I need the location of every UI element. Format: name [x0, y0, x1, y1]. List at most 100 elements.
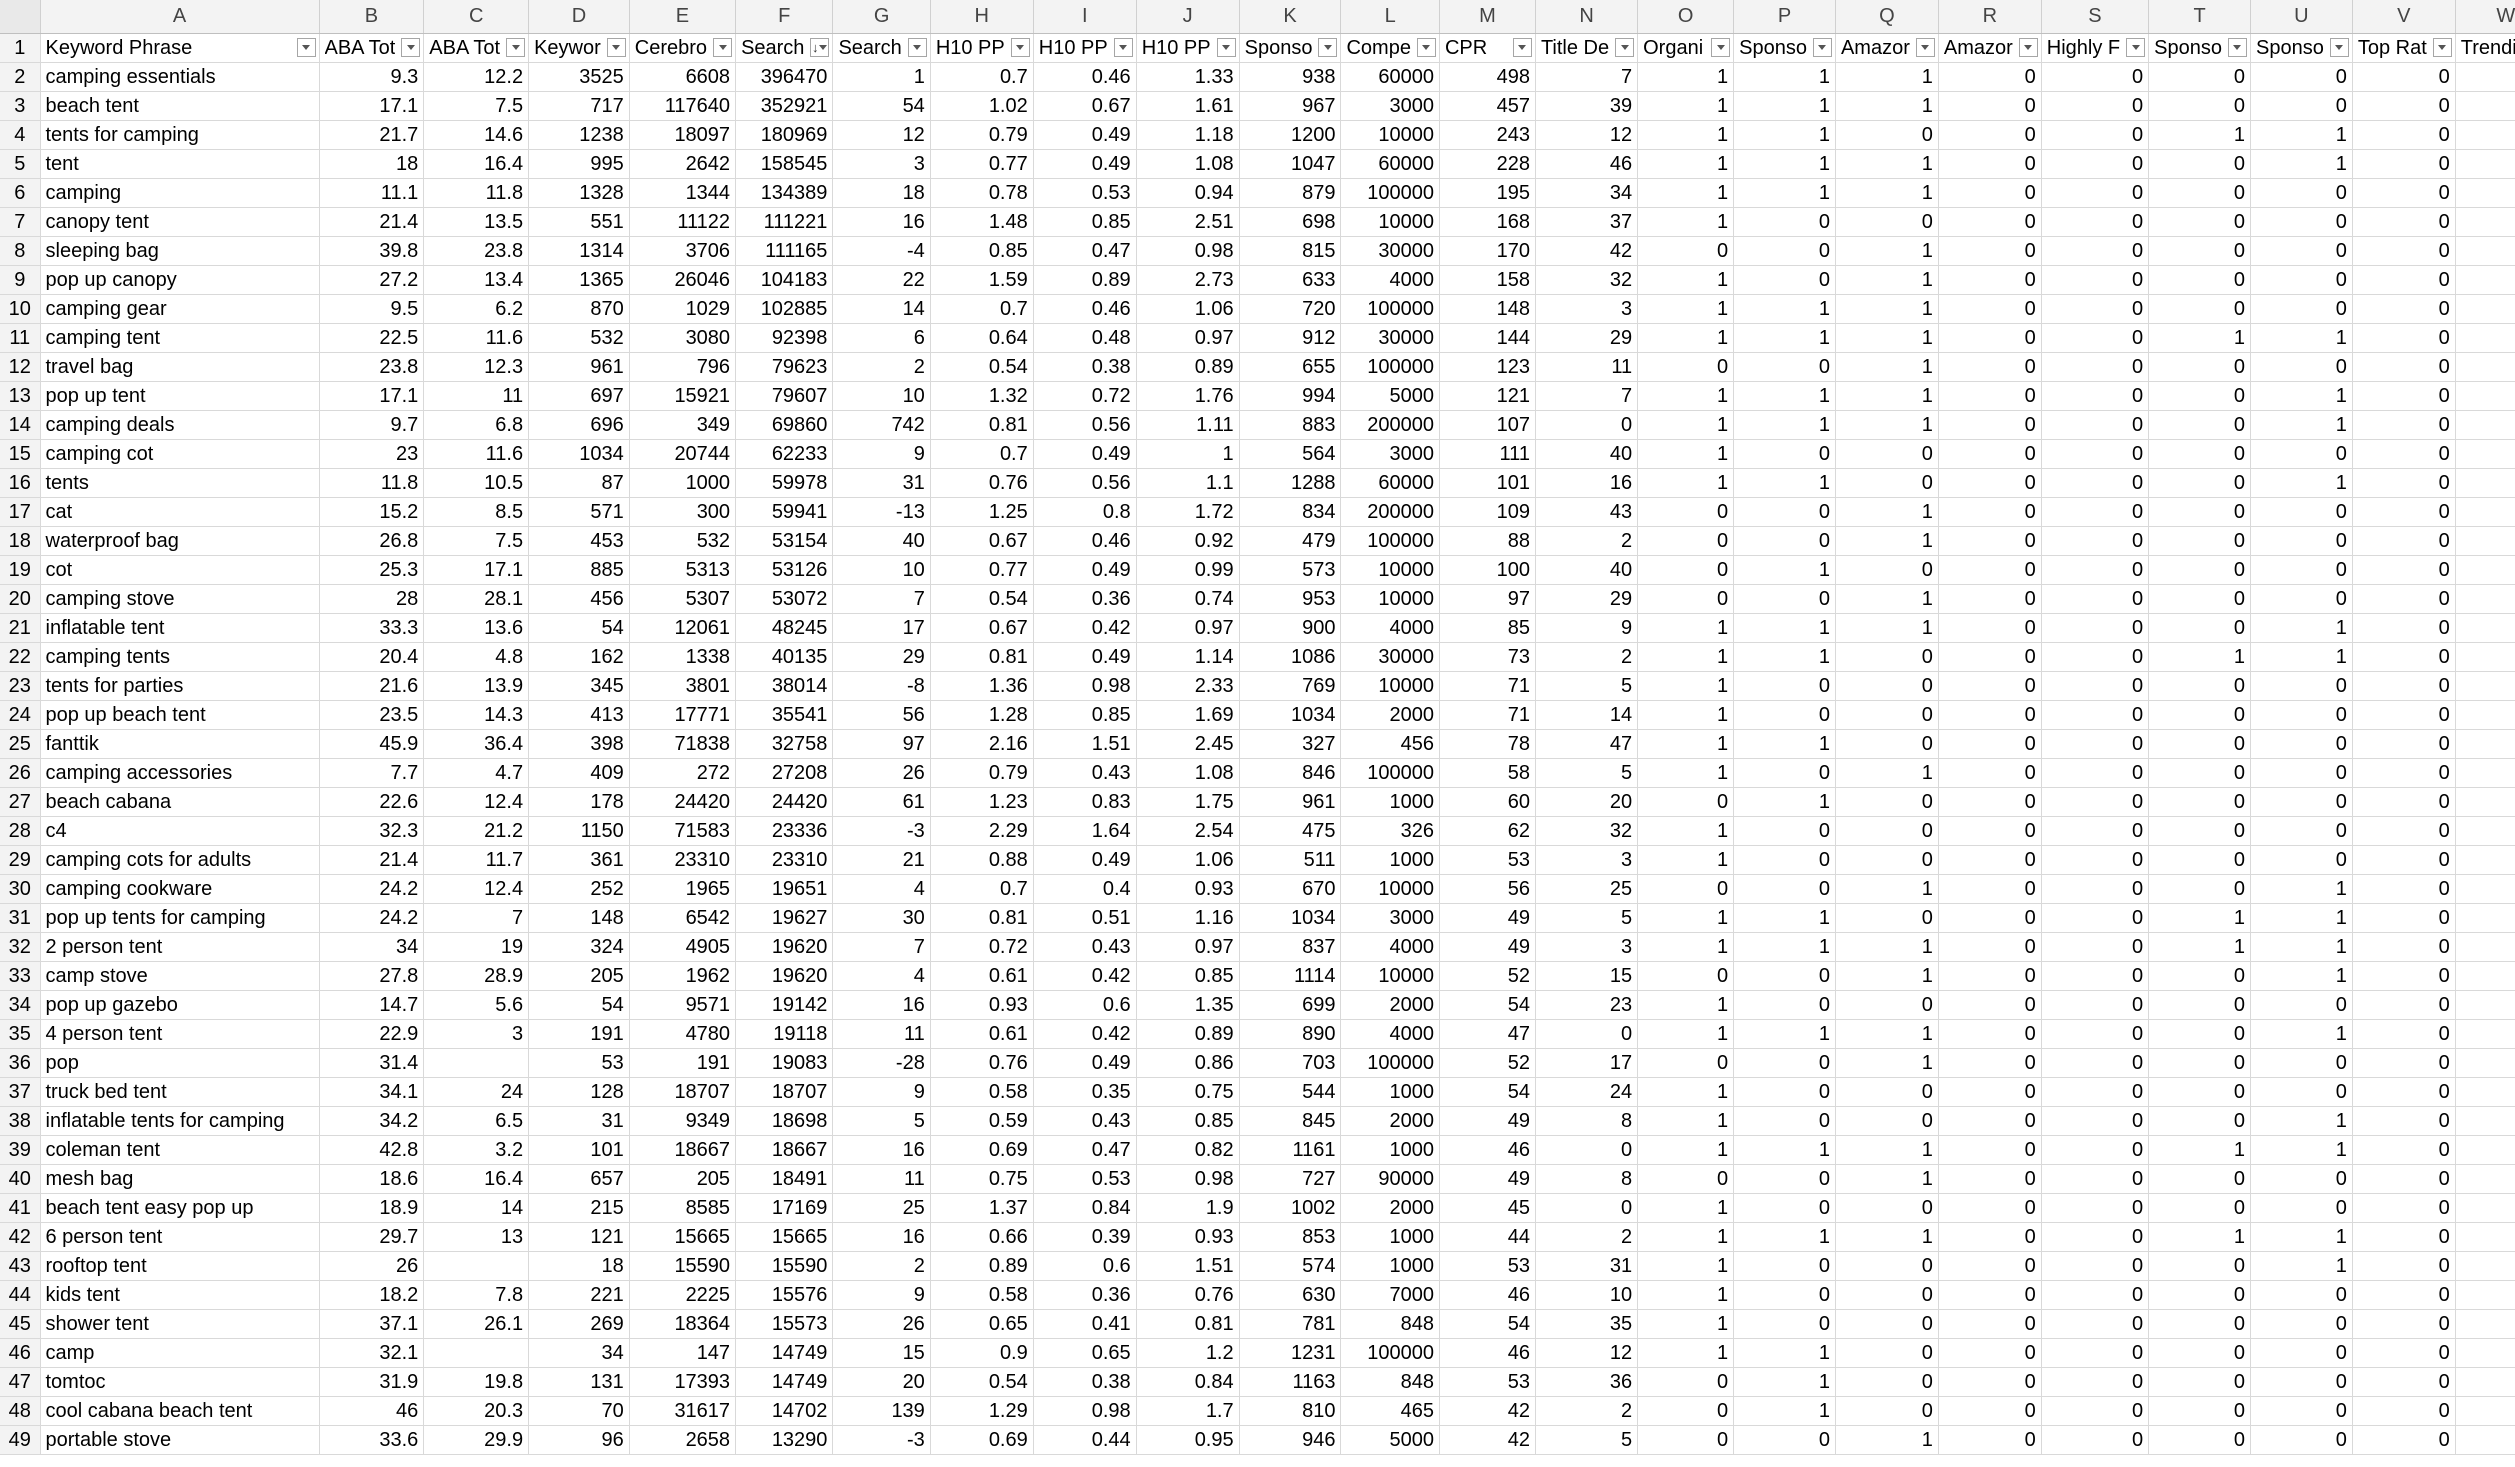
data-cell[interactable]: 0.75: [930, 1164, 1034, 1194]
data-cell[interactable]: 574: [1239, 1251, 1342, 1281]
data-cell[interactable]: 326: [1340, 816, 1440, 846]
data-cell[interactable]: 0: [2455, 642, 2515, 672]
data-cell[interactable]: 1150: [528, 816, 630, 846]
data-cell[interactable]: 121: [528, 1222, 630, 1252]
data-cell[interactable]: 20: [832, 1367, 931, 1397]
data-cell[interactable]: 0: [2041, 642, 2150, 672]
data-cell[interactable]: 465: [1340, 1396, 1440, 1426]
column-header-a[interactable]: A: [40, 0, 320, 34]
data-cell[interactable]: 1.06: [1136, 845, 1240, 875]
data-cell[interactable]: 0.84: [1136, 1367, 1240, 1397]
data-cell[interactable]: 0: [1835, 642, 1939, 672]
data-cell[interactable]: 107: [1439, 410, 1536, 440]
data-cell[interactable]: 1.64: [1033, 816, 1137, 846]
data-cell[interactable]: 0: [1938, 149, 2042, 179]
data-cell[interactable]: 967: [1239, 91, 1342, 121]
data-cell[interactable]: 0: [1835, 1338, 1939, 1368]
data-cell[interactable]: 0.81: [1136, 1309, 1240, 1339]
data-cell[interactable]: 0.7: [930, 874, 1034, 904]
data-cell[interactable]: 0.84: [1033, 1193, 1137, 1223]
data-cell[interactable]: 0: [2148, 555, 2251, 585]
data-cell[interactable]: 144: [1439, 323, 1536, 353]
data-cell[interactable]: 100000: [1340, 1048, 1440, 1078]
data-cell[interactable]: 781: [1239, 1309, 1342, 1339]
data-cell[interactable]: 5313: [629, 555, 737, 585]
column-header-o[interactable]: O: [1637, 0, 1735, 34]
data-cell[interactable]: 26.8: [319, 526, 425, 556]
data-cell[interactable]: 1: [1733, 62, 1836, 92]
data-cell[interactable]: 2: [1535, 642, 1639, 672]
data-cell[interactable]: 25.3: [319, 555, 425, 585]
data-cell[interactable]: 0.59: [930, 1106, 1034, 1136]
data-cell[interactable]: 6542: [629, 903, 737, 933]
data-cell[interactable]: 60000: [1340, 149, 1440, 179]
data-cell[interactable]: 1000: [1340, 1222, 1440, 1252]
data-cell[interactable]: 27208: [735, 758, 834, 788]
data-cell[interactable]: 0: [2455, 352, 2515, 382]
data-cell[interactable]: 42: [1535, 236, 1639, 266]
data-cell[interactable]: 0: [2041, 1425, 2150, 1455]
data-cell[interactable]: 1.59: [930, 265, 1034, 295]
row-number[interactable]: 15: [0, 439, 41, 469]
data-cell[interactable]: 0: [1733, 874, 1836, 904]
data-cell[interactable]: 1034: [528, 439, 630, 469]
data-cell[interactable]: 26: [319, 1251, 425, 1281]
row-number[interactable]: 43: [0, 1251, 41, 1281]
data-cell[interactable]: 657: [528, 1164, 630, 1194]
data-cell[interactable]: 0: [2455, 787, 2515, 817]
header-cell[interactable]: Title De: [1535, 33, 1639, 63]
data-cell[interactable]: 0: [2250, 1280, 2353, 1310]
data-cell[interactable]: 1: [1733, 323, 1836, 353]
data-cell[interactable]: 0: [2250, 671, 2353, 701]
data-cell[interactable]: 59978: [735, 468, 834, 498]
data-cell[interactable]: 961: [528, 352, 630, 382]
data-cell[interactable]: 0: [2041, 613, 2150, 643]
data-cell[interactable]: 168: [1439, 207, 1536, 237]
data-cell[interactable]: 0: [2250, 787, 2353, 817]
data-cell[interactable]: 1: [2250, 381, 2353, 411]
data-cell[interactable]: 7: [1535, 381, 1639, 411]
data-cell[interactable]: 0: [2148, 265, 2251, 295]
data-cell[interactable]: 0: [2041, 584, 2150, 614]
data-cell[interactable]: 0.43: [1033, 1106, 1137, 1136]
data-cell[interactable]: 1: [1733, 120, 1836, 150]
data-cell[interactable]: 0.85: [930, 236, 1034, 266]
data-cell[interactable]: 1: [1835, 758, 1939, 788]
data-cell[interactable]: 14: [423, 1193, 530, 1223]
data-cell[interactable]: 16: [832, 990, 931, 1020]
data-cell[interactable]: 0.51: [1033, 903, 1137, 933]
data-cell[interactable]: 0: [1938, 613, 2042, 643]
data-cell[interactable]: 0.86: [1136, 1048, 1240, 1078]
data-cell[interactable]: 0: [2455, 294, 2515, 324]
keyword-cell[interactable]: camping tent: [40, 323, 320, 353]
data-cell[interactable]: 0: [2041, 1251, 2150, 1281]
data-cell[interactable]: 100000: [1340, 1338, 1440, 1368]
row-number[interactable]: 34: [0, 990, 41, 1020]
data-cell[interactable]: 10000: [1340, 671, 1440, 701]
data-cell[interactable]: 0.61: [930, 1019, 1034, 1049]
data-cell[interactable]: 31: [832, 468, 931, 498]
filter-button[interactable]: [2329, 37, 2349, 57]
data-cell[interactable]: 0: [1938, 1164, 2042, 1194]
data-cell[interactable]: 10000: [1340, 584, 1440, 614]
keyword-cell[interactable]: camping: [40, 178, 320, 208]
data-cell[interactable]: 3: [1535, 294, 1639, 324]
data-cell[interactable]: 0: [1733, 352, 1836, 382]
data-cell[interactable]: 12: [832, 120, 931, 150]
data-cell[interactable]: 1.37: [930, 1193, 1034, 1223]
data-cell[interactable]: 46: [1439, 1280, 1536, 1310]
data-cell[interactable]: 0: [2455, 1135, 2515, 1165]
data-cell[interactable]: 0.75: [1136, 1077, 1240, 1107]
data-cell[interactable]: 0: [1835, 816, 1939, 846]
row-number[interactable]: 26: [0, 758, 41, 788]
data-cell[interactable]: 3000: [1340, 903, 1440, 933]
data-cell[interactable]: 0: [2148, 62, 2251, 92]
data-cell[interactable]: 13290: [735, 1425, 834, 1455]
data-cell[interactable]: 71: [1439, 671, 1536, 701]
data-cell[interactable]: 16: [1535, 468, 1639, 498]
data-cell[interactable]: 1: [2250, 1106, 2353, 1136]
data-cell[interactable]: 39.8: [319, 236, 425, 266]
data-cell[interactable]: 73: [1439, 642, 1536, 672]
column-header-s[interactable]: S: [2041, 0, 2150, 34]
data-cell[interactable]: 0: [2352, 613, 2456, 643]
